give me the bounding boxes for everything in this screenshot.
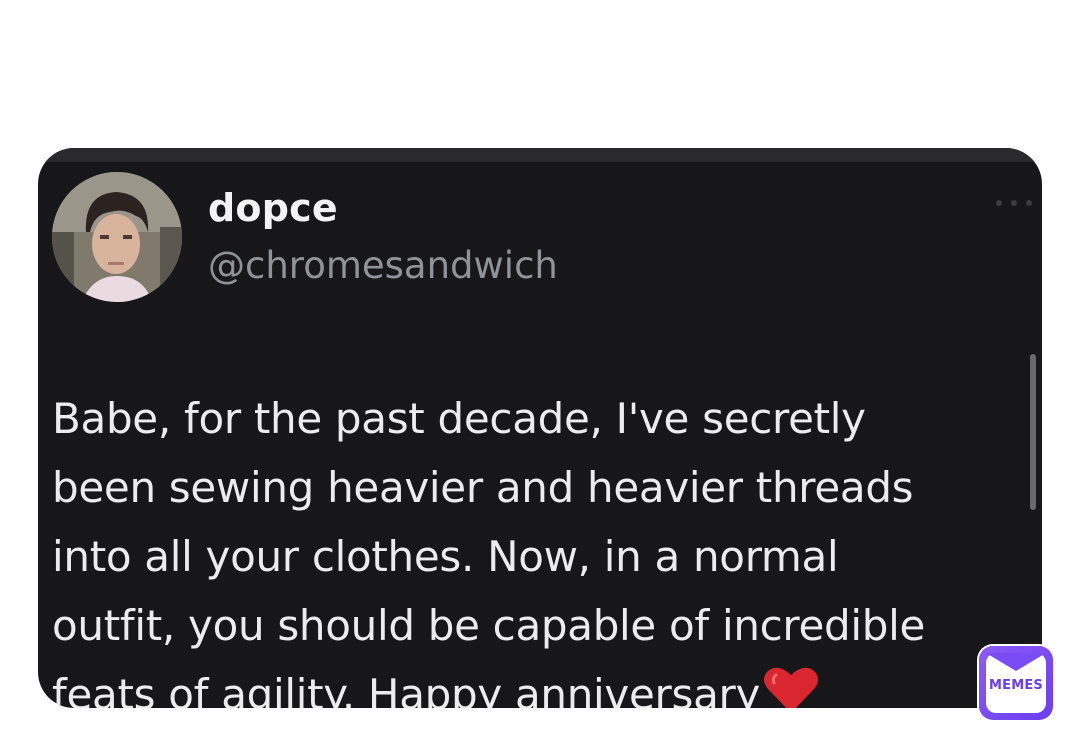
heart-icon: [762, 665, 820, 708]
envelope-icon: [986, 653, 1046, 671]
tweet-card: dopce @chromesandwich Babe, for the past…: [38, 148, 1042, 708]
tweet-text-line: been sewing heavier and heavier threads: [52, 463, 914, 512]
tweet-text-line: outfit, you should be capable of incredi…: [52, 601, 926, 650]
display-name[interactable]: dopce: [208, 186, 338, 230]
tweet-text-line: feats of agility. Happy anniversary: [52, 670, 761, 708]
tweet-text-line: into all your clothes. Now, in a normal: [52, 532, 839, 581]
tweet-text-line: Babe, for the past decade, I've secretly: [52, 394, 866, 443]
scrollbar[interactable]: [1030, 354, 1036, 510]
memes-watermark-badge: MEMES: [979, 646, 1053, 720]
avatar[interactable]: [52, 172, 182, 302]
more-options-icon[interactable]: [996, 196, 1032, 210]
memes-label: MEMES: [989, 678, 1043, 693]
tweet-text-line-last: feats of agility. Happy anniversary: [52, 660, 1012, 708]
avatar-image: [52, 172, 182, 302]
user-handle[interactable]: @chromesandwich: [208, 244, 558, 287]
tweet-text: Babe, for the past decade, I've secretly…: [52, 384, 1012, 708]
card-top-band: [38, 148, 1042, 162]
